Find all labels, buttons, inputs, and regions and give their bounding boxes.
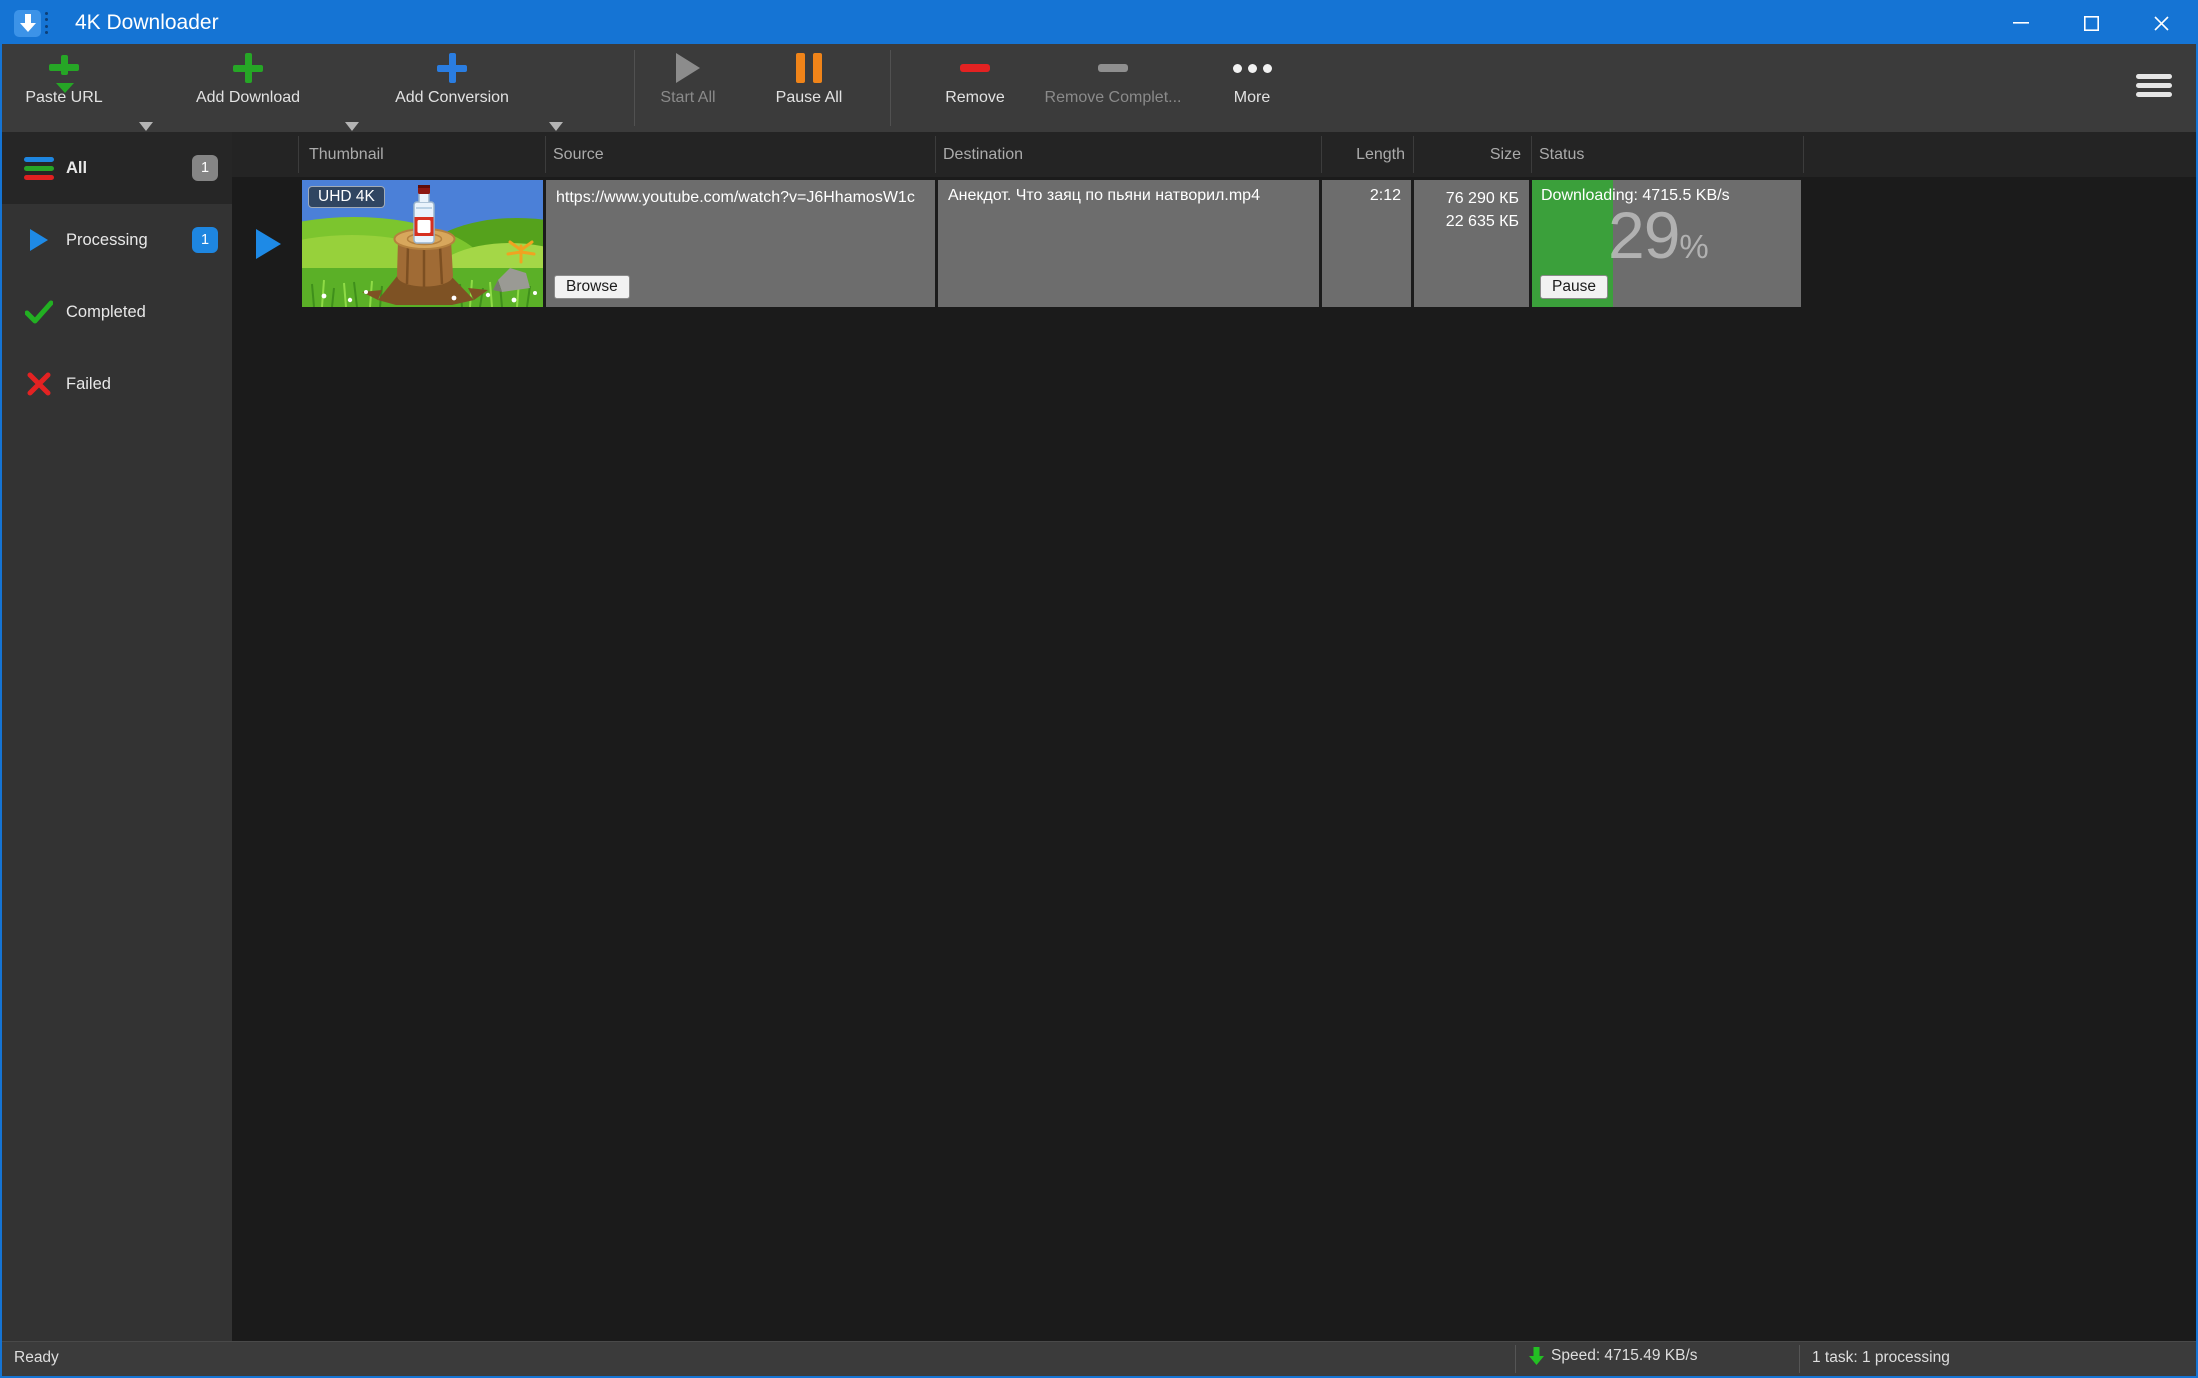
processing-count-badge: 1 [192,227,218,253]
toolbar: Paste URL Add Download Add Conversion St… [2,44,2196,132]
table-header: Thumbnail Source Destination Length Size… [232,132,2196,177]
length-cell: 2:12 [1322,180,1411,307]
paste-url-dropdown-icon[interactable] [139,122,153,131]
start-all-icon [676,49,700,87]
download-list: Thumbnail Source Destination Length Size… [232,132,2196,1342]
add-conversion-button[interactable]: Add Conversion [372,49,532,125]
progress-percent: 29% [1608,198,1709,272]
size-total: 76 290 КБ [1445,190,1519,207]
app-logo-icon [14,9,41,37]
more-icon [1232,49,1272,87]
add-download-dropdown-icon[interactable] [345,122,359,131]
thumbnail-cell[interactable]: UHD 4K [302,180,543,307]
status-cell: Downloading: 4715.5 KB/s 29% Pause [1532,180,1801,307]
status-ready: Ready [14,1349,59,1366]
pause-button[interactable]: Pause [1540,275,1608,299]
sidebar-item-failed[interactable]: Failed [2,348,232,420]
completed-check-icon [22,300,56,324]
destination-cell: Анекдот. Что заяц по пьяни натворил.mp4 [938,180,1319,307]
source-url: https://www.youtube.com/watch?v=J6Hhamos… [556,189,915,206]
column-header-status[interactable]: Status [1539,132,1584,177]
statusbar-separator [1515,1345,1516,1373]
quality-badge: UHD 4K [308,186,385,208]
all-count-badge: 1 [192,155,218,181]
sidebar: All 1 Processing 1 Completed Failed [2,132,232,1342]
add-conversion-icon [437,49,467,87]
window-controls [1986,2,2196,44]
speed-indicator: Speed: 4715.49 KB/s [1529,1347,1698,1365]
all-filter-icon [22,156,56,180]
minimize-button[interactable] [1986,2,2056,44]
failed-x-icon [22,372,56,396]
app-logo-dots [45,10,49,37]
status-bar: Ready Speed: 4715.49 KB/s 1 task: 1 proc… [2,1341,2196,1376]
title-bar: 4K Downloader [2,2,2196,44]
column-separator [298,136,299,173]
destination-filename: Анекдот. Что заяц по пьяни натворил.mp4 [948,187,1260,204]
menu-hamburger-icon[interactable] [2136,70,2172,101]
tasks-text: 1 task: 1 processing [1812,1349,1950,1366]
add-download-icon [233,49,263,87]
active-row-play-indicator [256,229,281,259]
column-header-destination[interactable]: Destination [943,132,1023,177]
source-cell: https://www.youtube.com/watch?v=J6Hhamos… [546,180,935,307]
statusbar-separator [1799,1345,1800,1373]
column-separator [1531,136,1532,173]
column-header-source[interactable]: Source [553,132,604,177]
toolbar-separator [890,50,891,126]
maximize-button[interactable] [2056,2,2126,44]
sidebar-item-all[interactable]: All 1 [2,132,232,204]
browse-button[interactable]: Browse [554,275,630,299]
sidebar-item-completed[interactable]: Completed [2,276,232,348]
app-window: 4K Downloader Paste URL Add Download Add… [0,0,2198,1378]
remove-button[interactable]: Remove [895,49,1055,125]
more-button[interactable]: More [1172,49,1332,125]
length-value: 2:12 [1369,187,1401,204]
remove-completed-button: Remove Complet... [1033,49,1193,125]
remove-completed-icon [1098,49,1128,87]
column-separator [935,136,936,173]
size-cell: 76 290 КБ 22 635 КБ [1414,180,1529,307]
remove-icon [960,49,990,87]
column-separator [1803,136,1804,173]
column-header-size[interactable]: Size [1413,132,1521,177]
pause-all-icon [796,49,822,87]
add-conversion-dropdown-icon[interactable] [549,122,563,131]
sidebar-item-processing[interactable]: Processing 1 [2,204,232,276]
paste-url-icon [49,49,79,93]
speed-down-arrow-icon [1529,1347,1544,1365]
column-header-thumbnail[interactable]: Thumbnail [309,132,384,177]
processing-icon [22,229,56,251]
speed-text: Speed: 4715.49 KB/s [1551,1347,1698,1364]
column-header-length[interactable]: Length [1321,132,1405,177]
pause-all-button[interactable]: Pause All [729,49,889,125]
close-button[interactable] [2126,2,2196,44]
window-title: 4K Downloader [75,11,219,34]
size-downloaded: 22 635 КБ [1445,213,1519,231]
paste-url-button[interactable]: Paste URL [2,49,144,125]
column-separator [545,136,546,173]
add-download-button[interactable]: Add Download [168,49,328,125]
